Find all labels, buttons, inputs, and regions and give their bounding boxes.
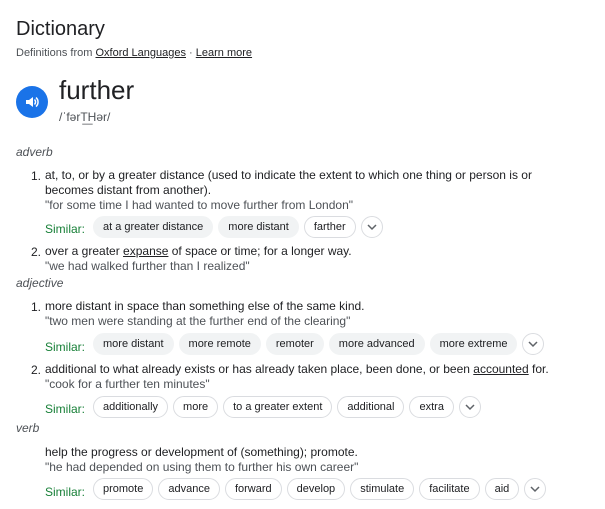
definitions-source: Definitions from Oxford Languages · Lear… xyxy=(16,47,252,59)
similar-chip[interactable]: more xyxy=(173,396,219,418)
more-synonyms-button[interactable] xyxy=(522,333,545,355)
phonetic: /ˈfərT͟Hər/ xyxy=(59,110,111,124)
similar-chip[interactable]: additionally xyxy=(93,396,169,418)
accounted-link[interactable]: accounted xyxy=(473,362,528,376)
oxford-languages-link[interactable]: Oxford Languages xyxy=(95,47,186,59)
similar-chip[interactable]: remoter xyxy=(265,333,324,355)
definition-part: additional to what already exists or has… xyxy=(45,362,474,376)
similar-chip[interactable]: more remote xyxy=(178,333,261,355)
chevron-down-icon xyxy=(465,404,475,411)
similar-chip[interactable]: more extreme xyxy=(429,333,518,355)
similar-chips: at a greater distance more distant farth… xyxy=(93,216,383,238)
similar-label: Similar: xyxy=(45,222,86,236)
similar-chip[interactable]: aid xyxy=(484,478,520,500)
similar-chip[interactable]: facilitate xyxy=(419,478,480,500)
similar-chips: promote advance forward develop stimulat… xyxy=(93,478,547,500)
similar-chip[interactable]: at a greater distance xyxy=(93,216,214,238)
definition-part: for. xyxy=(528,362,549,376)
similar-chip[interactable]: to a greater extent xyxy=(223,396,333,418)
pos-adverb: adverb xyxy=(16,145,53,159)
similar-chips: additionally more to a greater extent ad… xyxy=(93,396,481,418)
learn-more-link[interactable]: Learn more xyxy=(196,47,252,59)
similar-chip[interactable]: more distant xyxy=(218,216,299,238)
more-synonyms-button[interactable] xyxy=(524,478,547,500)
example-text: "two men were standing at the further en… xyxy=(45,314,351,328)
definition-line: becomes distant from another). xyxy=(45,183,212,197)
more-synonyms-button[interactable] xyxy=(458,396,481,418)
definition-text: more distant in space than something els… xyxy=(45,299,365,313)
definition-text: at, to, or by a greater distance (used t… xyxy=(45,168,532,198)
example-text: "for some time I had wanted to move furt… xyxy=(45,198,354,212)
similar-chip[interactable]: develop xyxy=(286,478,346,500)
similar-chip[interactable]: promote xyxy=(93,478,154,500)
similar-chip[interactable]: advance xyxy=(158,478,220,500)
similar-chip[interactable]: stimulate xyxy=(350,478,415,500)
chevron-down-icon xyxy=(528,341,539,348)
similar-chip[interactable]: extra xyxy=(409,396,454,418)
expanse-link[interactable]: expanse xyxy=(123,244,168,258)
chevron-down-icon xyxy=(530,486,540,493)
pos-verb: verb xyxy=(16,421,40,435)
source-prefix: Definitions from xyxy=(16,47,96,59)
source-separator: · xyxy=(186,47,196,59)
similar-chip[interactable]: additional xyxy=(337,396,405,418)
sense-number: 2. xyxy=(31,363,42,377)
definition-text: additional to what already exists or has… xyxy=(45,362,549,377)
sense-number: 2. xyxy=(31,245,42,259)
pronunciation-button[interactable] xyxy=(16,86,48,118)
speaker-icon xyxy=(26,96,39,108)
sense-number: 1. xyxy=(31,300,42,314)
pos-adjective: adjective xyxy=(16,276,64,290)
similar-chip[interactable]: more advanced xyxy=(328,333,425,355)
definition-part: of space or time; for a longer way. xyxy=(168,244,352,258)
similar-chip[interactable]: forward xyxy=(224,478,282,500)
similar-chip[interactable]: more distant xyxy=(93,333,174,355)
chevron-down-icon xyxy=(367,224,377,231)
similar-chip[interactable]: farther xyxy=(303,216,356,238)
definition-text: over a greater expanse of space or time;… xyxy=(45,244,352,259)
more-synonyms-button[interactable] xyxy=(360,216,383,238)
example-text: "he had depended on using them to furthe… xyxy=(45,460,359,474)
similar-chips: more distant more remote remoter more ad… xyxy=(93,333,545,355)
definition-part: over a greater xyxy=(45,244,124,258)
example-text: "we had walked further than I realized" xyxy=(45,259,250,273)
example-text: "cook for a further ten minutes" xyxy=(45,377,210,391)
similar-label: Similar: xyxy=(45,485,86,499)
sense-number: 1. xyxy=(31,169,42,183)
definition-text: help the progress or development of (som… xyxy=(45,445,358,459)
dictionary-title: Dictionary xyxy=(16,18,105,40)
headword: further xyxy=(59,75,135,105)
similar-label: Similar: xyxy=(45,402,86,416)
definition-line: at, to, or by a greater distance (used t… xyxy=(45,168,532,182)
similar-label: Similar: xyxy=(45,340,86,354)
